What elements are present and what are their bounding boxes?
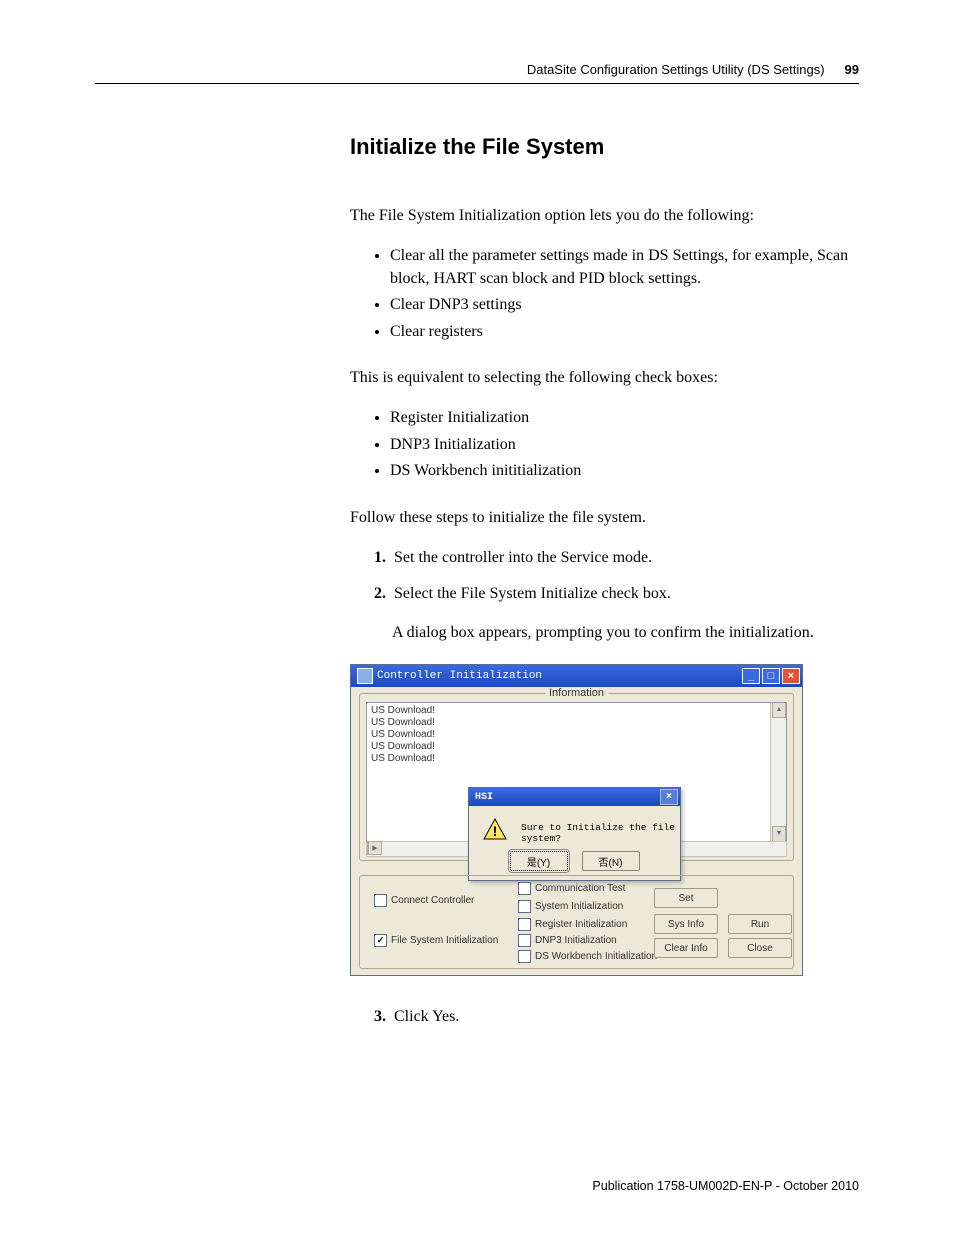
warning-icon: ! bbox=[483, 818, 507, 840]
publication-footer: Publication 1758-UM002D-EN-P - October 2… bbox=[592, 1179, 859, 1193]
no-button[interactable]: 否(N) bbox=[582, 851, 640, 871]
confirm-titlebar[interactable]: HSI × bbox=[469, 788, 680, 806]
run-button[interactable]: Run bbox=[728, 914, 792, 934]
log-line: US Download! bbox=[371, 729, 782, 741]
list-item: DNP3 Initialization bbox=[390, 434, 859, 456]
checkbox-label: File System Initialization bbox=[391, 935, 498, 946]
heading-initialize-fs: Initialize the File System bbox=[350, 134, 859, 160]
equivalent-list: Register Initialization DNP3 Initializat… bbox=[350, 407, 859, 482]
vertical-scrollbar[interactable]: ▲ ▼ bbox=[770, 702, 787, 842]
list-item: DS Workbench inititialization bbox=[390, 460, 859, 482]
capabilities-list: Clear all the parameter settings made in… bbox=[350, 245, 859, 343]
checkbox-label: Connect Controller bbox=[391, 895, 474, 906]
confirm-title: HSI bbox=[475, 792, 493, 803]
system-init-checkbox[interactable]: System Initialization bbox=[518, 900, 623, 913]
checkbox-label: System Initialization bbox=[535, 901, 623, 912]
scroll-right-icon[interactable]: ▶ bbox=[368, 841, 382, 855]
minimize-button[interactable]: _ bbox=[742, 668, 760, 684]
equivalent-paragraph: This is equivalent to selecting the foll… bbox=[350, 367, 859, 389]
log-line: US Download! bbox=[371, 741, 782, 753]
window-title: Controller Initialization bbox=[377, 670, 742, 682]
dialog-note: A dialog box appears, prompting you to c… bbox=[392, 622, 859, 644]
header-page-number: 99 bbox=[845, 62, 859, 77]
step-1: Set the controller into the Service mode… bbox=[390, 547, 859, 569]
log-line: US Download! bbox=[371, 717, 782, 729]
step-3: Click Yes. bbox=[390, 1006, 859, 1028]
connect-controller-checkbox[interactable]: Connect Controller bbox=[374, 894, 474, 907]
file-system-init-checkbox[interactable]: ✓File System Initialization bbox=[374, 934, 498, 947]
scroll-down-icon[interactable]: ▼ bbox=[772, 826, 786, 842]
list-item: Clear registers bbox=[390, 321, 859, 343]
confirm-dialog: HSI × ! Sure to Initialize the file syst… bbox=[468, 787, 681, 881]
communication-test-checkbox[interactable]: Communication Test bbox=[518, 882, 625, 895]
window-icon bbox=[357, 668, 373, 684]
list-item: Clear DNP3 settings bbox=[390, 294, 859, 316]
header-rule bbox=[95, 83, 859, 84]
svg-text:!: ! bbox=[493, 823, 498, 839]
steps-list-cont: Click Yes. bbox=[350, 1006, 859, 1028]
checkbox-label: DS Workbench Initialization bbox=[535, 951, 657, 962]
steps-intro: Follow these steps to initialize the fil… bbox=[350, 507, 859, 529]
scroll-up-icon[interactable]: ▲ bbox=[772, 702, 786, 718]
maximize-button[interactable]: □ bbox=[762, 668, 780, 684]
close-button[interactable]: × bbox=[782, 668, 800, 684]
header-section: DataSite Configuration Settings Utility … bbox=[527, 62, 825, 77]
step-2: Select the File System Initialize check … bbox=[390, 583, 859, 605]
yes-button[interactable]: 是(Y) bbox=[510, 851, 568, 871]
confirm-message: Sure to Initialize the file system? bbox=[521, 822, 680, 844]
options-frame: Connect Controller ✓File System Initiali… bbox=[359, 875, 794, 969]
set-button[interactable]: Set bbox=[654, 888, 718, 908]
list-item: Clear all the parameter settings made in… bbox=[390, 245, 859, 290]
register-init-checkbox[interactable]: Register Initialization bbox=[518, 918, 627, 931]
intro-paragraph: The File System Initialization option le… bbox=[350, 205, 859, 227]
controller-init-window: Controller Initialization _ □ × Informat… bbox=[350, 664, 803, 976]
checkbox-label: Register Initialization bbox=[535, 919, 627, 930]
close-action-button[interactable]: Close bbox=[728, 938, 792, 958]
ds-workbench-init-checkbox[interactable]: DS Workbench Initialization bbox=[518, 950, 657, 963]
log-line: US Download! bbox=[371, 705, 782, 717]
titlebar[interactable]: Controller Initialization _ □ × bbox=[351, 665, 802, 687]
information-legend: Information bbox=[545, 687, 608, 699]
log-line: US Download! bbox=[371, 753, 782, 765]
checkbox-label: DNP3 Initialization bbox=[535, 935, 617, 946]
steps-list: Set the controller into the Service mode… bbox=[350, 547, 859, 606]
list-item: Register Initialization bbox=[390, 407, 859, 429]
sys-info-button[interactable]: Sys Info bbox=[654, 914, 718, 934]
clear-info-button[interactable]: Clear Info bbox=[654, 938, 718, 958]
dnp3-init-checkbox[interactable]: DNP3 Initialization bbox=[518, 934, 617, 947]
confirm-close-icon[interactable]: × bbox=[660, 789, 678, 805]
checkbox-label: Communication Test bbox=[535, 883, 625, 894]
